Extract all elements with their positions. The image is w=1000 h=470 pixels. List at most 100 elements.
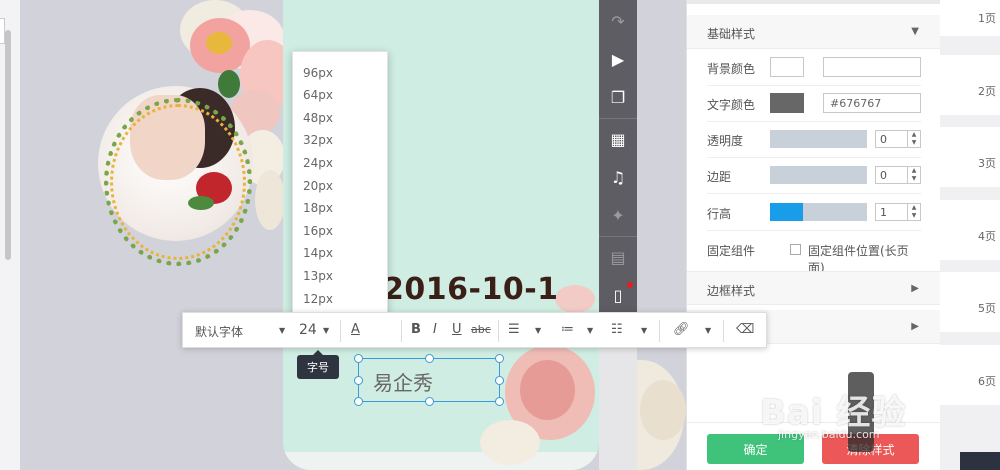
left-scrollbar[interactable] [5,30,11,260]
page-item[interactable]: 1页 [940,0,1000,42]
page-item[interactable]: 2页 [940,55,1000,121]
fixed-component-row: 固定组件 固定组件位置(长页面) [707,232,921,275]
chevron-down-icon: ▼ [911,26,919,37]
resize-handle-bottom-right[interactable] [495,397,504,406]
font-size-option[interactable]: 18px [303,201,333,215]
font-size-select[interactable]: 24 [299,322,317,338]
caret-down-icon[interactable]: ▼ [641,326,647,335]
date-text[interactable]: 2016-10-1 [383,272,559,307]
fixed-component-checkbox[interactable] [790,244,801,255]
section-border-style-title: 边框样式 [707,284,756,298]
selected-text-element[interactable]: 易企秀 [354,354,504,406]
bold-button[interactable]: B [411,322,421,337]
resize-handle-top-left[interactable] [354,354,363,363]
page-list: 1页 2页 3页 4页 5页 6页 [940,0,1000,470]
fixed-component-label: 固定组件 [707,244,756,258]
spinner-arrows-icon[interactable]: ▲ ▼ [907,204,920,220]
side-toolbar: ↷ ▶ ❐ ▦ ♫ ✦ ▤ ▯ [599,0,637,315]
resize-handle-bottom-left[interactable] [354,397,363,406]
line-spacing-icon[interactable]: ☷ [611,322,623,337]
font-size-option[interactable]: 14px [303,246,333,260]
grid-icon[interactable]: ▦ [599,120,637,158]
notification-dot [627,282,633,288]
section-basic-style-title: 基础样式 [707,27,756,41]
text-color-swatch[interactable] [770,93,804,113]
line-height-stepper[interactable]: 1 ▲ ▼ [875,203,921,221]
page-item[interactable]: 3页 [940,127,1000,193]
music-icon[interactable]: ♫ [599,158,637,196]
font-color-button[interactable]: A [351,322,360,337]
caret-down-icon[interactable]: ▼ [323,326,329,335]
padding-row: 边距 0 ▲ ▼ [707,158,921,194]
font-size-tooltip: 字号 [297,355,339,379]
padding-stepper[interactable]: 0 ▲ ▼ [875,166,921,184]
caret-down-icon[interactable]: ▼ [587,326,593,335]
rose-leaf-decoration [188,196,214,210]
opacity-label: 透明度 [707,134,744,148]
page-item[interactable]: 5页 [940,272,1000,338]
font-size-option[interactable]: 16px [303,224,333,238]
section-border-style[interactable]: 边框样式 ▶ [687,271,941,305]
line-height-slider[interactable] [770,203,867,221]
font-size-option[interactable]: 13px [303,269,333,283]
padding-label: 边距 [707,170,732,184]
copy-icon[interactable]: ❐ [599,78,637,116]
font-size-option[interactable]: 64px [303,88,333,102]
text-color-row: 文字颜色 [707,86,921,122]
font-size-option[interactable]: 20px [303,179,333,193]
font-size-dropdown: 96px 64px 48px 32px 24px 20px 18px 16px … [292,51,388,314]
align-left-icon[interactable]: ☰ [508,322,520,337]
opacity-slider[interactable] [770,130,867,148]
caret-down-icon[interactable]: ▼ [705,326,711,335]
table-icon[interactable]: ▤ [599,238,637,276]
left-panel [0,0,20,470]
italic-button[interactable]: I [433,322,437,337]
opacity-stepper[interactable]: 0 ▲ ▼ [875,130,921,148]
page-item[interactable]: 4页 [940,200,1000,266]
page-item[interactable]: 6页 [940,345,1000,411]
resize-handle-top-center[interactable] [425,354,434,363]
watermark-logo: Bai 经验 [760,393,907,433]
font-size-option[interactable]: 32px [303,133,333,147]
magic-icon[interactable]: ✦ [599,196,637,234]
padding-slider[interactable] [770,166,867,184]
font-size-option[interactable]: 24px [303,156,333,170]
watermark-url: jingyan.baidu.com [778,428,880,441]
resize-handle-bottom-center[interactable] [425,397,434,406]
selected-text-value: 易企秀 [373,371,433,395]
background-color-row: 背景颜色 [707,50,921,86]
font-size-option[interactable]: 12px [303,292,333,306]
text-color-label: 文字颜色 [707,98,756,112]
background-color-input[interactable] [823,57,921,77]
line-height-label: 行高 [707,207,732,221]
font-size-option[interactable]: 48px [303,111,333,125]
spinner-arrows-icon[interactable]: ▲ ▼ [907,167,920,183]
caret-down-icon[interactable]: ▼ [535,326,541,335]
section-basic-style[interactable]: 基础样式 ▼ [687,15,941,49]
page-list-footer [960,452,1000,470]
link-icon[interactable]: 🔗︎ [673,322,690,337]
chevron-right-icon: ▶ [911,321,919,332]
opacity-row: 透明度 0 ▲ ▼ [707,122,921,158]
resize-handle-top-right[interactable] [495,354,504,363]
font-size-option[interactable]: 96px [303,66,333,80]
caret-down-icon[interactable]: ▼ [279,326,285,335]
font-family-select[interactable]: 默认字体 [195,323,243,340]
redo-icon[interactable]: ↷ [599,2,637,40]
play-icon[interactable]: ▶ [599,40,637,78]
underline-button[interactable]: U [452,322,462,337]
list-icon[interactable]: ≔ [561,322,574,337]
eraser-icon[interactable]: ⌫ [736,322,754,337]
resize-handle-middle-left[interactable] [354,376,363,385]
chevron-right-icon: ▶ [911,283,919,294]
text-format-toolbar: 默认字体 ▼ 24 ▼ A B I U abc ☰ ▼ ≔ ▼ ☷ ▼ 🔗︎ ▼… [182,312,767,348]
background-color-swatch[interactable] [770,57,804,77]
resize-handle-middle-right[interactable] [495,376,504,385]
strikethrough-button[interactable]: abc [471,323,491,336]
background-color-label: 背景颜色 [707,62,756,76]
line-height-slider-fill [770,203,803,221]
text-color-input[interactable] [823,93,921,113]
spinner-arrows-icon[interactable]: ▲ ▼ [907,131,920,147]
line-height-row: 行高 1 ▲ ▼ [707,195,921,231]
canvas-bottom-bar [283,452,599,470]
